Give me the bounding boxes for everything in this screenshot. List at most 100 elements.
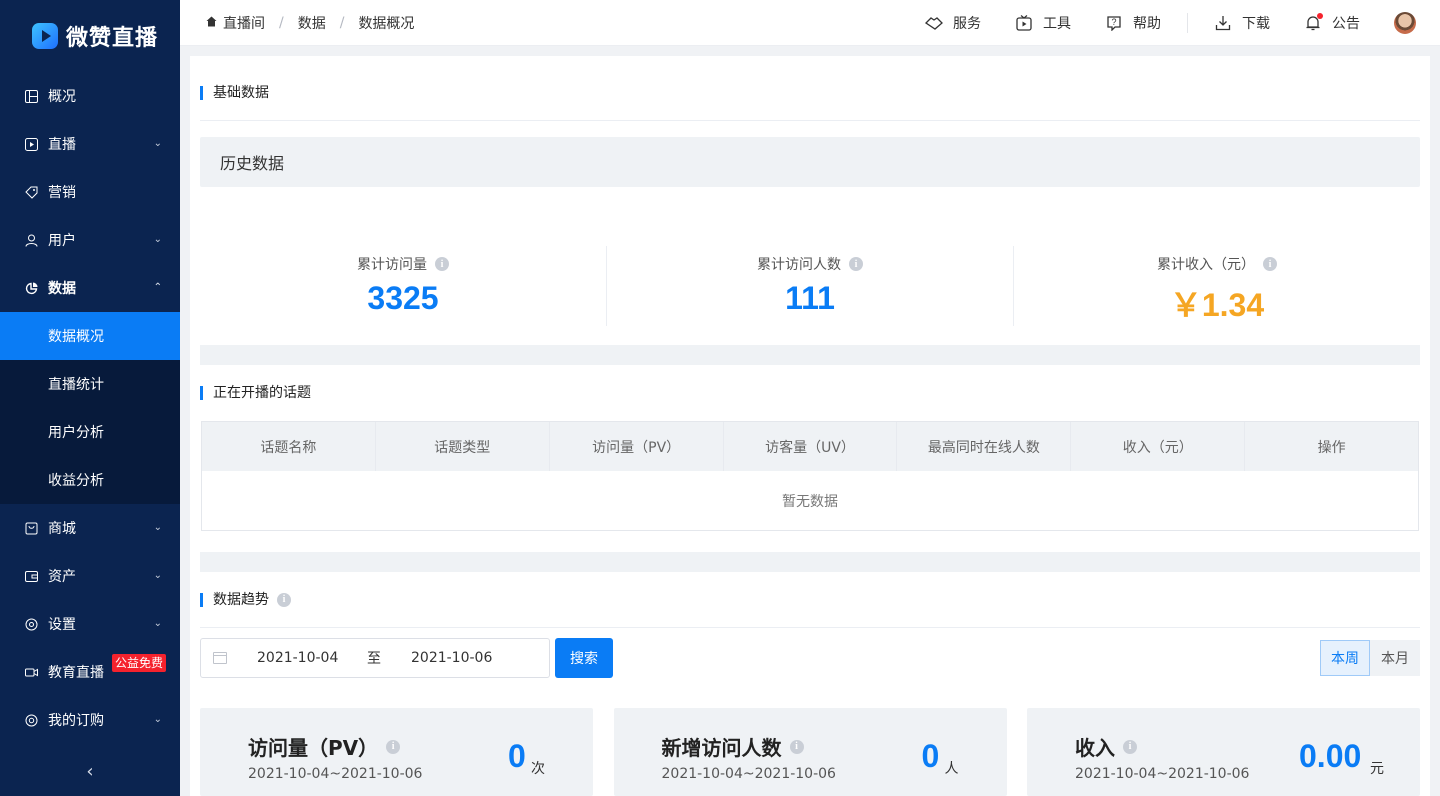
search-button[interactable]: 搜索 (555, 638, 613, 678)
card-page-views: 访问量（PV） i 2021-10-04~2021-10-06 0 次 (200, 708, 593, 796)
info-icon[interactable]: i (1263, 257, 1277, 271)
start-date[interactable]: 2021-10-04 (257, 650, 367, 666)
range-this-month[interactable]: 本月 (1370, 640, 1420, 676)
breadcrumb-data-overview: 数据概况 (358, 15, 415, 32)
camera-icon (24, 665, 38, 679)
card-unit: 人 (944, 761, 959, 777)
section-spacer (200, 552, 1420, 572)
column-header: 访问量（PV） (550, 422, 724, 471)
sidebar-item-settings[interactable]: 设置 ⌄ (0, 600, 180, 648)
range-this-week[interactable]: 本周 (1320, 640, 1370, 676)
breadcrumb-data[interactable]: 数据 (298, 13, 326, 33)
announcement-button[interactable]: 公告 (1304, 13, 1360, 33)
date-range-separator: 至 (367, 651, 381, 667)
chevron-down-icon: ⌄ (153, 138, 162, 149)
card-title: 新增访问人数 (661, 736, 782, 760)
card-value: 0.00 (1299, 738, 1362, 774)
dashboard-icon (24, 89, 38, 103)
card-unit: 次 (531, 761, 545, 777)
section-spacer (200, 345, 1420, 365)
column-header: 最高同时在线人数 (897, 422, 1072, 471)
info-icon[interactable]: i (789, 739, 804, 754)
sidebar-item-label: 概况 (48, 89, 76, 105)
chevron-down-icon: ⌄ (153, 522, 162, 533)
submenu-item-label: 用户分析 (48, 425, 104, 441)
card-new-visitors: 新增访问人数 i 2021-10-04~2021-10-06 0 人 (613, 708, 1007, 796)
chevron-down-icon: ⌄ (153, 570, 162, 581)
end-date[interactable]: 2021-10-06 (411, 650, 521, 666)
user-icon (24, 233, 38, 247)
sidebar-item-label: 商城 (48, 521, 76, 537)
chevron-down-icon: ⌄ (153, 714, 162, 725)
collapse-sidebar-button[interactable]: ‹ (0, 746, 180, 796)
app-name: 微赞直播 (66, 26, 159, 51)
info-icon[interactable]: i (435, 257, 449, 271)
card-value: 0 (921, 738, 940, 774)
breadcrumb-separator: / (339, 14, 345, 31)
chevron-left-icon: ‹ (86, 760, 94, 782)
date-range-picker[interactable]: 2021-10-04 至 2021-10-06 (200, 638, 550, 678)
card-date-range: 2021-10-04~2021-10-06 (1075, 766, 1250, 782)
info-icon[interactable]: i (386, 739, 401, 754)
avatar[interactable] (1394, 12, 1416, 34)
sidebar-item-label: 营销 (48, 185, 76, 201)
submenu-item-user-analysis[interactable]: 用户分析 (0, 408, 180, 456)
service-button[interactable]: 服务 (925, 13, 981, 33)
tag-icon (24, 185, 38, 199)
download-button[interactable]: 下载 (1214, 13, 1270, 33)
sidebar-item-live[interactable]: 直播 ⌄ (0, 120, 180, 168)
info-icon[interactable]: i (277, 593, 291, 607)
download-icon (1214, 14, 1232, 32)
breadcrumb: 直播间 / 数据 / 数据概况 (180, 13, 414, 33)
card-date-range: 2021-10-04~2021-10-06 (248, 766, 423, 782)
column-header: 操作 (1317, 439, 1346, 456)
sidebar-item-education-live[interactable]: 教育直播 公益免费 (0, 648, 180, 696)
divider (200, 627, 1420, 628)
basic-data-title: 基础数据 (200, 86, 269, 100)
service-label: 服务 (953, 16, 981, 32)
sidebar-item-users[interactable]: 用户 ⌄ (0, 216, 180, 264)
column-header: 话题名称 (202, 422, 376, 471)
sidebar-item-overview[interactable]: 概况 (0, 72, 180, 120)
breadcrumb-live-room[interactable]: 直播间 (223, 13, 265, 33)
sidebar-item-my-orders[interactable]: 我的订购 ⌄ (0, 696, 180, 744)
help-label: 帮助 (1133, 16, 1161, 32)
sidebar-item-data[interactable]: 数据 ⌃ (0, 264, 180, 312)
sidebar-item-label: 我的订购 (48, 713, 104, 729)
stat-total-visits: 累计访问量 i 3325 (200, 246, 606, 326)
table-header: 话题名称 话题类型 访问量（PV） 访客量（UV） 最高同时在线人数 收入（元）… (202, 422, 1418, 471)
svg-text:?: ? (1111, 17, 1116, 27)
trend-cards: 访问量（PV） i 2021-10-04~2021-10-06 0 次 新增访问人… (200, 708, 1420, 796)
handshake-icon (925, 14, 943, 32)
card-value: 0 (508, 738, 526, 774)
live-topics-title: 正在开播的话题 (200, 386, 311, 400)
info-icon[interactable]: i (849, 257, 863, 271)
stats-row: 累计访问量 i 3325 累计访问人数 i 111 累计收入（元） i ￥1.34 (200, 246, 1420, 326)
submenu-item-label: 直播统计 (48, 377, 104, 393)
stat-label: 累计访问人数 (757, 257, 841, 273)
help-icon: ? (1105, 14, 1123, 32)
logo-icon (32, 23, 58, 49)
stat-label: 累计收入（元） (1157, 257, 1255, 273)
card-title: 收入 (1075, 736, 1115, 760)
logo[interactable]: 微赞直播 (0, 0, 180, 72)
trend-title-row: 数据趋势 i (200, 593, 291, 607)
range-toggle: 本周 本月 (1320, 640, 1420, 676)
submenu-item-live-stats[interactable]: 直播统计 (0, 360, 180, 408)
card-income: 收入 i 2021-10-04~2021-10-06 0.00 元 (1027, 708, 1420, 796)
info-icon[interactable]: i (1123, 739, 1137, 754)
submenu-item-revenue-analysis[interactable]: 收益分析 (0, 456, 180, 504)
sidebar-item-label: 数据 (48, 281, 76, 297)
chevron-down-icon: ⌄ (153, 234, 162, 245)
sidebar-item-label: 用户 (48, 233, 76, 249)
sidebar-item-marketing[interactable]: 营销 (0, 168, 180, 216)
announcement-label: 公告 (1332, 16, 1360, 32)
sidebar-item-mall[interactable]: 商城 ⌄ (0, 504, 180, 552)
help-button[interactable]: ? 帮助 (1105, 13, 1161, 33)
card-title: 访问量（PV） (248, 736, 379, 760)
sidebar-item-assets[interactable]: 资产 ⌄ (0, 552, 180, 600)
column-header: 话题类型 (376, 422, 550, 471)
submenu-item-data-overview[interactable]: 数据概况 (0, 312, 180, 360)
tools-button[interactable]: 工具 (1015, 13, 1071, 33)
chevron-up-icon: ⌃ (153, 282, 162, 293)
